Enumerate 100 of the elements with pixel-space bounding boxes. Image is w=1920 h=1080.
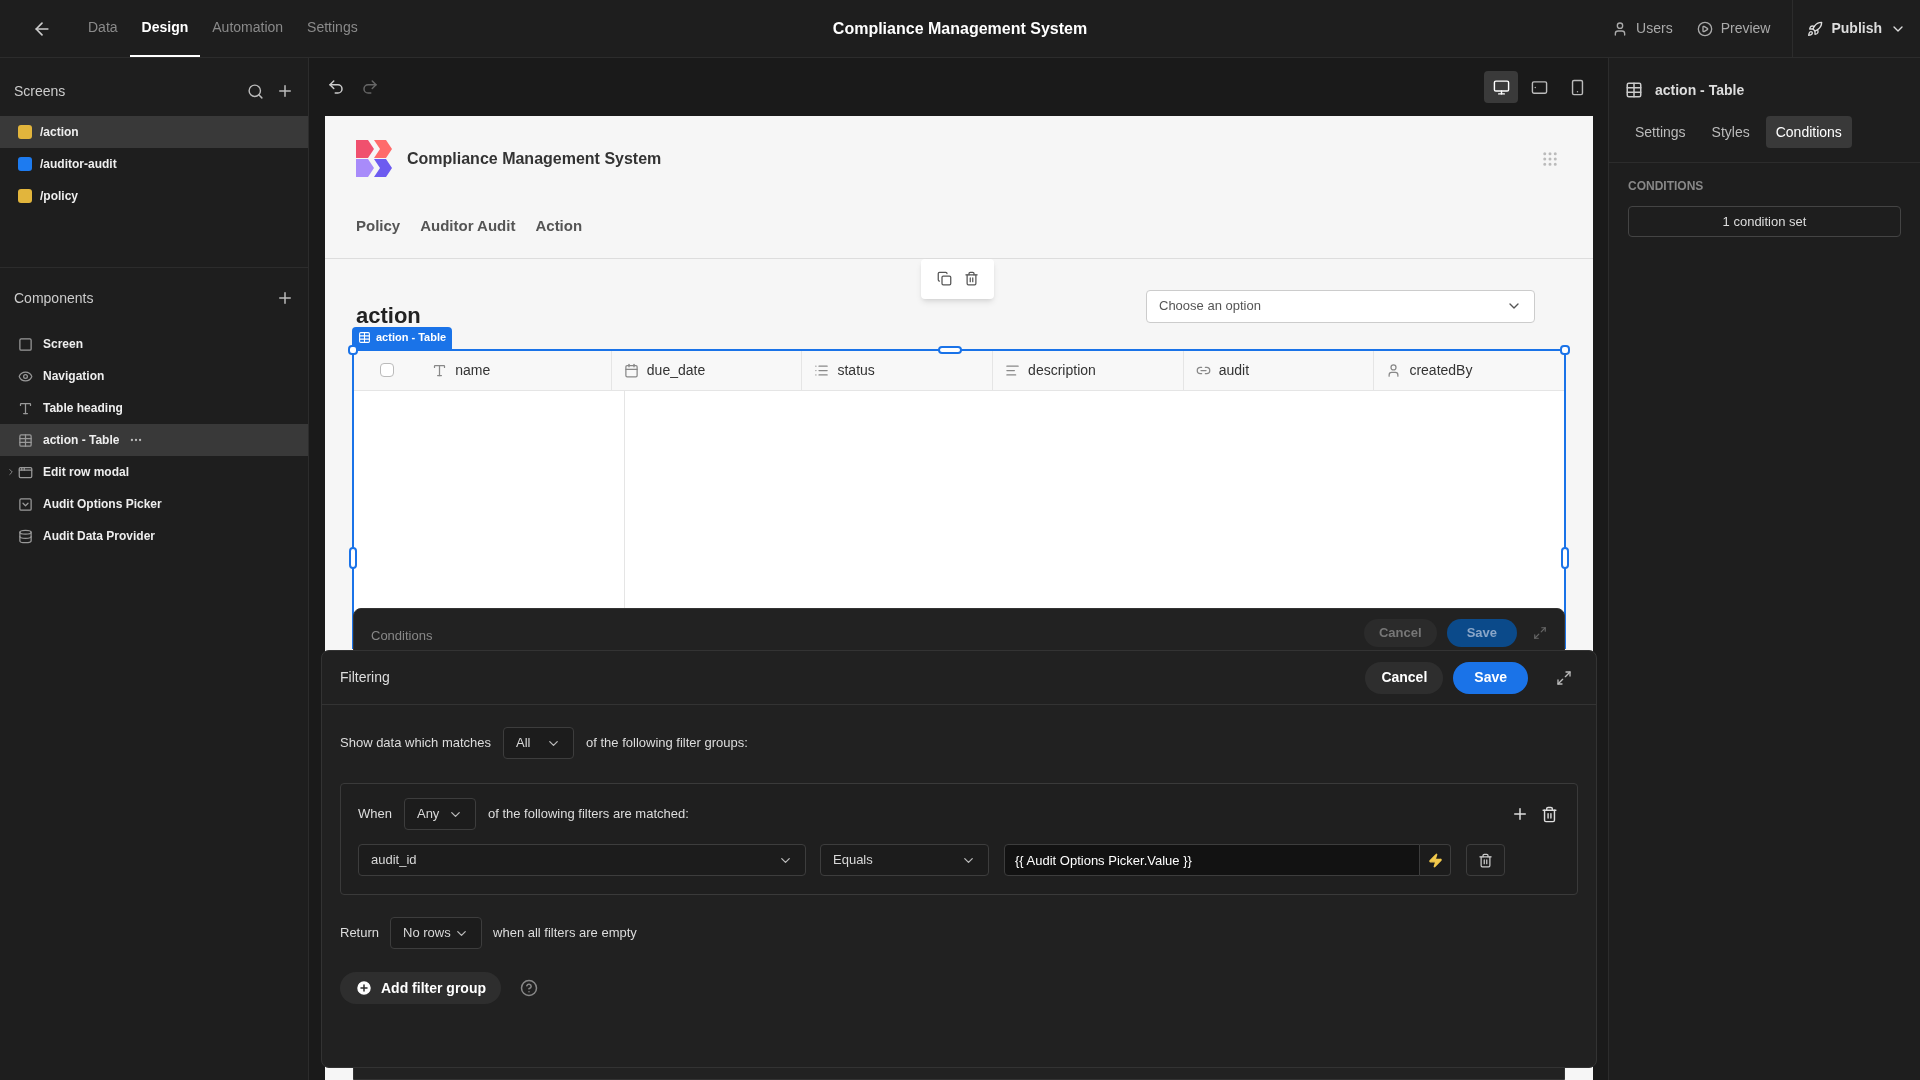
column-header[interactable]: status <box>801 350 993 390</box>
component-item[interactable]: Audit Data Provider <box>0 520 308 552</box>
column-header[interactable]: due_date <box>610 350 802 390</box>
text-icon <box>432 362 448 378</box>
redo-icon <box>361 78 379 96</box>
database-icon <box>18 528 33 544</box>
window-icon <box>18 464 33 480</box>
delete-icon[interactable] <box>963 271 979 286</box>
rocket-icon <box>1807 20 1824 37</box>
column-header[interactable]: audit <box>1182 350 1374 390</box>
add-button[interactable] <box>276 289 294 307</box>
filter-label: of the following filter groups: <box>586 734 748 753</box>
route-item[interactable]: /policy <box>0 180 308 212</box>
match-select[interactable]: All <box>503 727 575 759</box>
select-all-checkbox[interactable] <box>380 363 395 377</box>
component-item[interactable]: action - Table <box>0 424 308 456</box>
desktop-view-button[interactable] <box>1484 71 1518 103</box>
plus-icon <box>276 82 294 100</box>
top-tab[interactable]: Data <box>76 0 130 57</box>
grip-icon[interactable] <box>1541 149 1559 168</box>
redo-button[interactable] <box>361 78 379 96</box>
add-filter-group-button[interactable]: Add filter group <box>340 972 501 1004</box>
route-item[interactable]: /action <box>0 116 308 148</box>
filter-label: When <box>358 805 392 824</box>
lightning-icon <box>1427 852 1443 868</box>
component-item[interactable]: Table heading <box>0 392 308 424</box>
calendar-icon <box>623 362 639 378</box>
tablet-icon <box>1530 78 1548 96</box>
table-icon <box>18 432 33 448</box>
add-filter-button[interactable] <box>1511 805 1529 823</box>
plus-icon <box>276 289 294 307</box>
add-button[interactable] <box>276 82 294 100</box>
cancel-button[interactable]: Cancel <box>1365 661 1444 694</box>
binding-button[interactable] <box>1420 844 1451 876</box>
resize-handle[interactable] <box>1561 546 1569 569</box>
search-icon <box>247 82 264 100</box>
conditions-button[interactable]: 1 condition set <box>1628 206 1901 237</box>
save-button[interactable]: Save <box>1453 661 1528 694</box>
paragraph-icon <box>1005 362 1021 378</box>
match-select[interactable]: Any <box>403 798 476 830</box>
page-heading: action <box>356 304 421 327</box>
delete-group-button[interactable] <box>1541 805 1558 823</box>
component-item[interactable]: Screen <box>0 328 308 360</box>
eye-icon <box>18 368 33 384</box>
panel-title: Filtering <box>340 668 390 687</box>
delete-filter-button[interactable] <box>1466 844 1505 876</box>
column-header[interactable]: name <box>420 350 611 390</box>
publish-button[interactable]: Publish <box>1807 18 1906 39</box>
expand-icon[interactable] <box>1556 669 1572 686</box>
properties-tab[interactable]: Styles <box>1701 116 1760 148</box>
table-icon <box>1625 81 1643 99</box>
user-icon <box>1386 362 1402 378</box>
operator-select[interactable]: Equals <box>820 844 989 876</box>
filter-label: Show data which matches <box>340 734 492 753</box>
plus-circle-icon <box>355 979 373 997</box>
column-header[interactable]: description <box>992 350 1183 390</box>
nav-link[interactable]: Auditor Audit <box>420 215 516 238</box>
top-tab[interactable]: Settings <box>295 0 370 57</box>
value-field[interactable]: {{ Audit Options Picker.Value }} <box>1004 844 1420 876</box>
app-title: Compliance Management System <box>407 148 662 169</box>
table-icon <box>358 331 371 344</box>
filter-label: when all filters are empty <box>493 924 637 943</box>
route-item[interactable]: /auditor-audit <box>0 148 308 180</box>
properties-tab[interactable]: Conditions <box>1765 116 1852 148</box>
option-picker[interactable]: Choose an option <box>1146 289 1535 323</box>
filter-label: Return <box>340 924 380 943</box>
section-title: CONDITIONS <box>1628 178 1705 195</box>
column-header[interactable]: createdBy <box>1373 350 1565 390</box>
tag-label: action - Table <box>376 330 447 346</box>
component-item[interactable]: Audit Options Picker <box>0 488 308 520</box>
preview-button[interactable]: Preview <box>1684 18 1783 39</box>
resize-handle[interactable] <box>349 546 357 569</box>
save-button[interactable]: Save <box>1446 619 1517 647</box>
component-item[interactable]: Edit row modal <box>0 456 308 488</box>
section-title: Screens <box>14 81 66 101</box>
search-button[interactable] <box>247 82 264 100</box>
return-select[interactable]: No rows <box>390 917 483 949</box>
filter-label: of the following filters are matched: <box>487 805 689 824</box>
trash-icon <box>1478 852 1493 868</box>
app-title: Compliance Management System <box>832 18 1088 39</box>
help-icon[interactable] <box>520 979 538 997</box>
list-icon <box>814 362 830 378</box>
nav-link[interactable]: Action <box>535 215 583 238</box>
square-icon <box>18 336 33 352</box>
top-tab[interactable]: Automation <box>200 0 296 57</box>
component-item[interactable]: Navigation <box>0 360 308 392</box>
undo-button[interactable] <box>327 78 345 96</box>
logo-icon <box>356 140 393 177</box>
plus-icon <box>1511 805 1529 823</box>
dropdown-icon <box>18 496 33 512</box>
users-button[interactable]: Users <box>1600 18 1685 39</box>
trash-icon <box>1541 805 1558 823</box>
nav-link[interactable]: Policy <box>356 215 401 238</box>
play-icon <box>1696 20 1713 37</box>
field-select[interactable]: audit_id <box>358 844 806 876</box>
duplicate-icon[interactable] <box>936 271 952 286</box>
properties-tab[interactable]: Settings <box>1625 116 1696 148</box>
section-title: Components <box>14 288 94 308</box>
panel-title: action - Table <box>1655 80 1745 100</box>
desktop-icon <box>1492 78 1510 96</box>
